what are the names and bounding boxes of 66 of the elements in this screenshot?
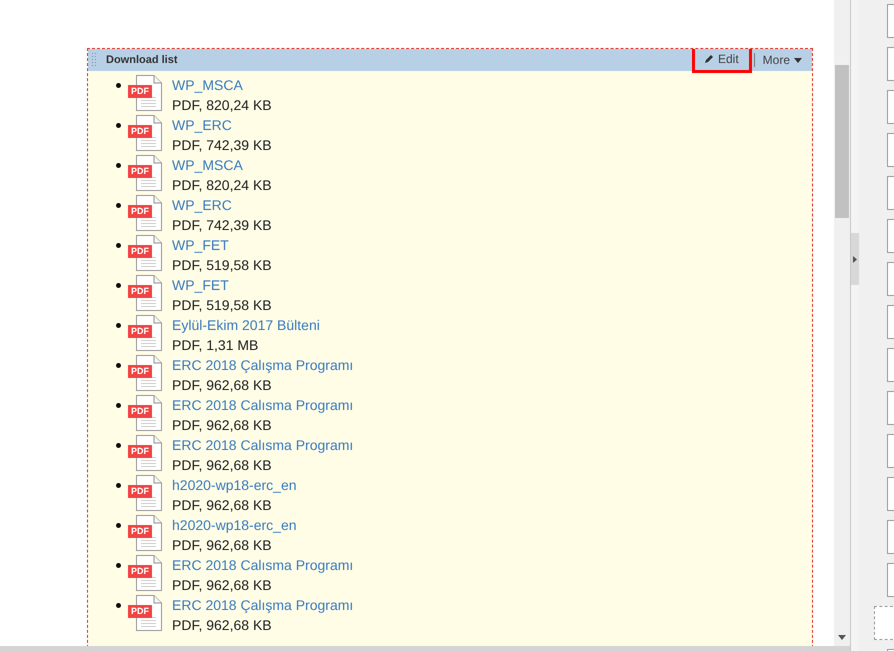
file-link[interactable]: Eylül-Ekim 2017 Bülteni — [172, 315, 320, 335]
bullet-icon — [116, 243, 121, 248]
file-link[interactable]: WP_FET — [172, 235, 272, 255]
file-link[interactable]: WP_ERC — [172, 195, 272, 215]
edit-button[interactable]: Edit — [692, 49, 752, 73]
file-link[interactable]: h2020-wp18-erc_en — [172, 515, 297, 535]
file-info: PDF, 519,58 KB — [172, 256, 272, 275]
bullet-icon — [116, 323, 121, 328]
file-link[interactable]: ERC 2018 Calısma Programı — [172, 555, 354, 575]
file-info: PDF, 962,68 KB — [172, 376, 273, 395]
bullet-icon — [116, 483, 121, 488]
file-link[interactable]: ERC 2018 Calısma Programı — [172, 395, 354, 415]
more-button[interactable]: More — [756, 49, 808, 71]
file-link[interactable]: ERC 2018 Çalışma Programı — [172, 355, 354, 375]
file-link[interactable]: ERC 2018 Çalışma Programı — [172, 595, 354, 615]
file-info: PDF, 962,68 KB — [172, 616, 273, 635]
pdf-badge: PDF — [128, 405, 152, 418]
bullet-icon — [116, 563, 121, 568]
file-info: PDF, 1,31 MB — [172, 336, 260, 355]
pdf-badge: PDF — [128, 565, 152, 578]
pdf-badge: PDF — [128, 485, 152, 498]
bullet-icon — [116, 443, 121, 448]
file-info: PDF, 820,24 KB — [172, 176, 272, 195]
bullet-icon — [116, 283, 121, 288]
pdf-badge: PDF — [128, 85, 152, 98]
scroll-thumb[interactable] — [835, 65, 849, 218]
bullet-icon — [116, 523, 121, 528]
scroll-down-icon[interactable] — [838, 635, 846, 640]
file-info: PDF, 519,58 KB — [172, 296, 272, 315]
triangle-icon — [853, 256, 857, 262]
scrollbar[interactable] — [834, 0, 850, 646]
file-info: PDF, 962,68 KB — [172, 416, 273, 435]
file-link[interactable]: ERC 2018 Calısma Programı — [172, 435, 354, 455]
pdf-badge: PDF — [128, 365, 152, 378]
bullet-icon — [116, 603, 121, 608]
pdf-badge: PDF — [128, 605, 152, 618]
file-link[interactable]: WP_ERC — [172, 115, 272, 135]
pdf-badge: PDF — [128, 205, 152, 218]
file-info: PDF, 742,39 KB — [172, 216, 272, 235]
file-link[interactable]: WP_MSCA — [172, 75, 272, 95]
pdf-badge: PDF — [128, 245, 152, 258]
file-info: PDF, 962,68 KB — [172, 536, 273, 555]
file-info: PDF, 820,24 KB — [172, 96, 272, 115]
pdf-badge: PDF — [128, 445, 152, 458]
pdf-badge: PDF — [128, 285, 152, 298]
bullet-icon — [116, 83, 121, 88]
collapse-handle[interactable] — [851, 233, 859, 285]
file-info: PDF, 742,39 KB — [172, 136, 272, 155]
file-link[interactable]: h2020-wp18-erc_en — [172, 475, 297, 495]
bullet-icon — [116, 363, 121, 368]
bullet-icon — [116, 203, 121, 208]
file-link[interactable]: WP_FET — [172, 275, 272, 295]
bullet-icon — [116, 403, 121, 408]
caret-icon — [794, 58, 802, 62]
pdf-badge: PDF — [128, 125, 152, 138]
pencil-icon — [704, 54, 714, 63]
bullet-icon — [116, 123, 121, 128]
panel-title: Download list — [106, 54, 178, 66]
file-info: PDF, 962,68 KB — [172, 456, 273, 475]
pdf-badge: PDF — [128, 165, 152, 178]
file-link[interactable]: WP_MSCA — [172, 155, 272, 175]
pdf-badge: PDF — [128, 325, 152, 338]
bullet-icon — [116, 163, 121, 168]
file-info: PDF, 962,68 KB — [172, 496, 273, 515]
pdf-badge: PDF — [128, 525, 152, 538]
file-info: PDF, 962,68 KB — [172, 576, 273, 595]
